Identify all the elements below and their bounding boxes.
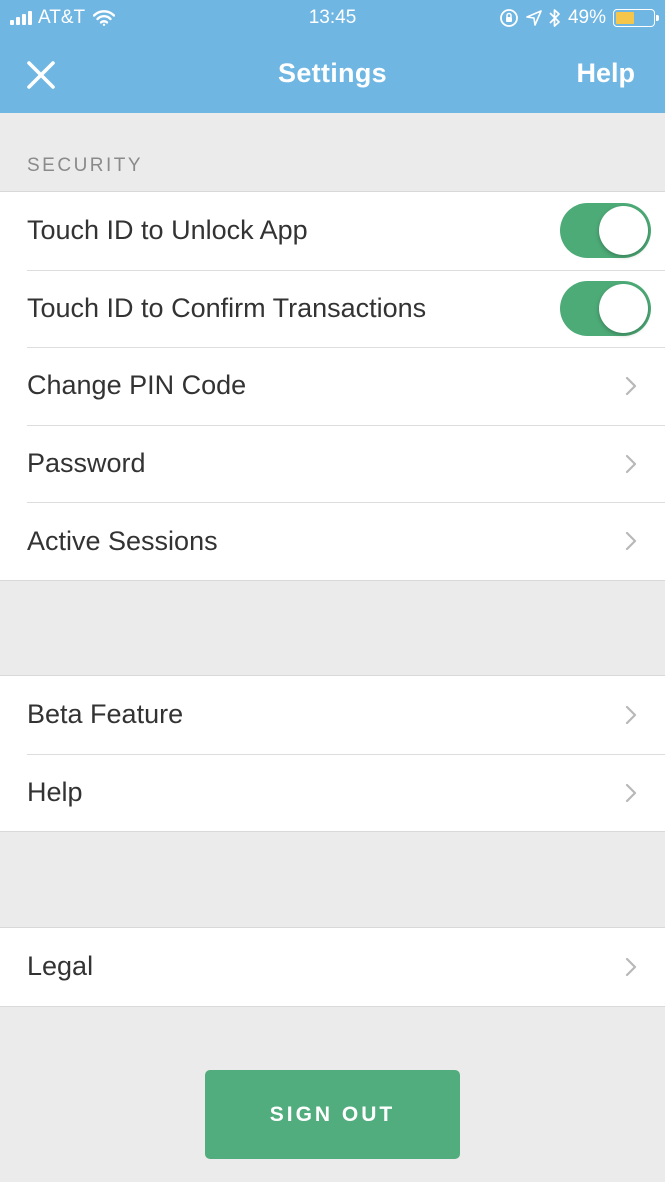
row-label: Touch ID to Unlock App: [27, 215, 308, 246]
row-touch-id-confirm[interactable]: Touch ID to Confirm Transactions: [0, 269, 665, 348]
touch-id-unlock-toggle[interactable]: [560, 203, 651, 258]
status-right: 49%: [499, 7, 659, 29]
row-active-sessions[interactable]: Active Sessions: [0, 502, 665, 580]
toggle-knob: [599, 206, 648, 255]
header-bar: AT&T 13:45 49% Settings Help: [0, 0, 665, 113]
row-label: Beta Feature: [27, 699, 184, 730]
row-label: Active Sessions: [27, 525, 218, 556]
chevron-right-icon: [625, 532, 637, 551]
chevron-right-icon: [625, 377, 637, 396]
chevron-right-icon: [625, 454, 637, 473]
orientation-lock-icon: [500, 9, 518, 27]
section-label-security: SECURITY: [27, 155, 144, 176]
row-label: Touch ID to Confirm Transactions: [27, 292, 427, 323]
status-bar: AT&T 13:45 49%: [0, 0, 665, 36]
row-label: Help: [27, 776, 83, 807]
location-icon: [526, 10, 542, 26]
battery-level: [616, 12, 634, 24]
row-change-pin[interactable]: Change PIN Code: [0, 347, 665, 425]
row-password[interactable]: Password: [0, 424, 665, 503]
chevron-right-icon: [625, 957, 637, 977]
battery-percent: 49%: [567, 7, 606, 28]
security-group: Touch ID to Unlock App Touch ID to Confi…: [0, 191, 665, 581]
help-button[interactable]: Help: [576, 58, 635, 89]
misc-group: Beta Feature Help: [0, 675, 665, 833]
row-label: Change PIN Code: [27, 370, 247, 401]
row-help[interactable]: Help: [0, 753, 665, 832]
touch-id-confirm-toggle[interactable]: [560, 280, 651, 336]
chevron-right-icon: [625, 705, 637, 725]
row-legal[interactable]: Legal: [0, 928, 665, 1006]
page-title: Settings: [278, 58, 387, 88]
battery-icon: [613, 9, 659, 27]
row-beta-feature[interactable]: Beta Feature: [0, 676, 665, 754]
row-touch-id-unlock[interactable]: Touch ID to Unlock App: [0, 192, 665, 270]
bluetooth-icon: [549, 9, 560, 27]
toggle-knob: [599, 283, 648, 333]
chevron-right-icon: [625, 783, 637, 802]
row-label: Password: [27, 448, 146, 479]
row-label: Legal: [27, 951, 94, 982]
sign-out-button[interactable]: SIGN OUT: [205, 1070, 460, 1159]
legal-group: Legal: [0, 927, 665, 1007]
